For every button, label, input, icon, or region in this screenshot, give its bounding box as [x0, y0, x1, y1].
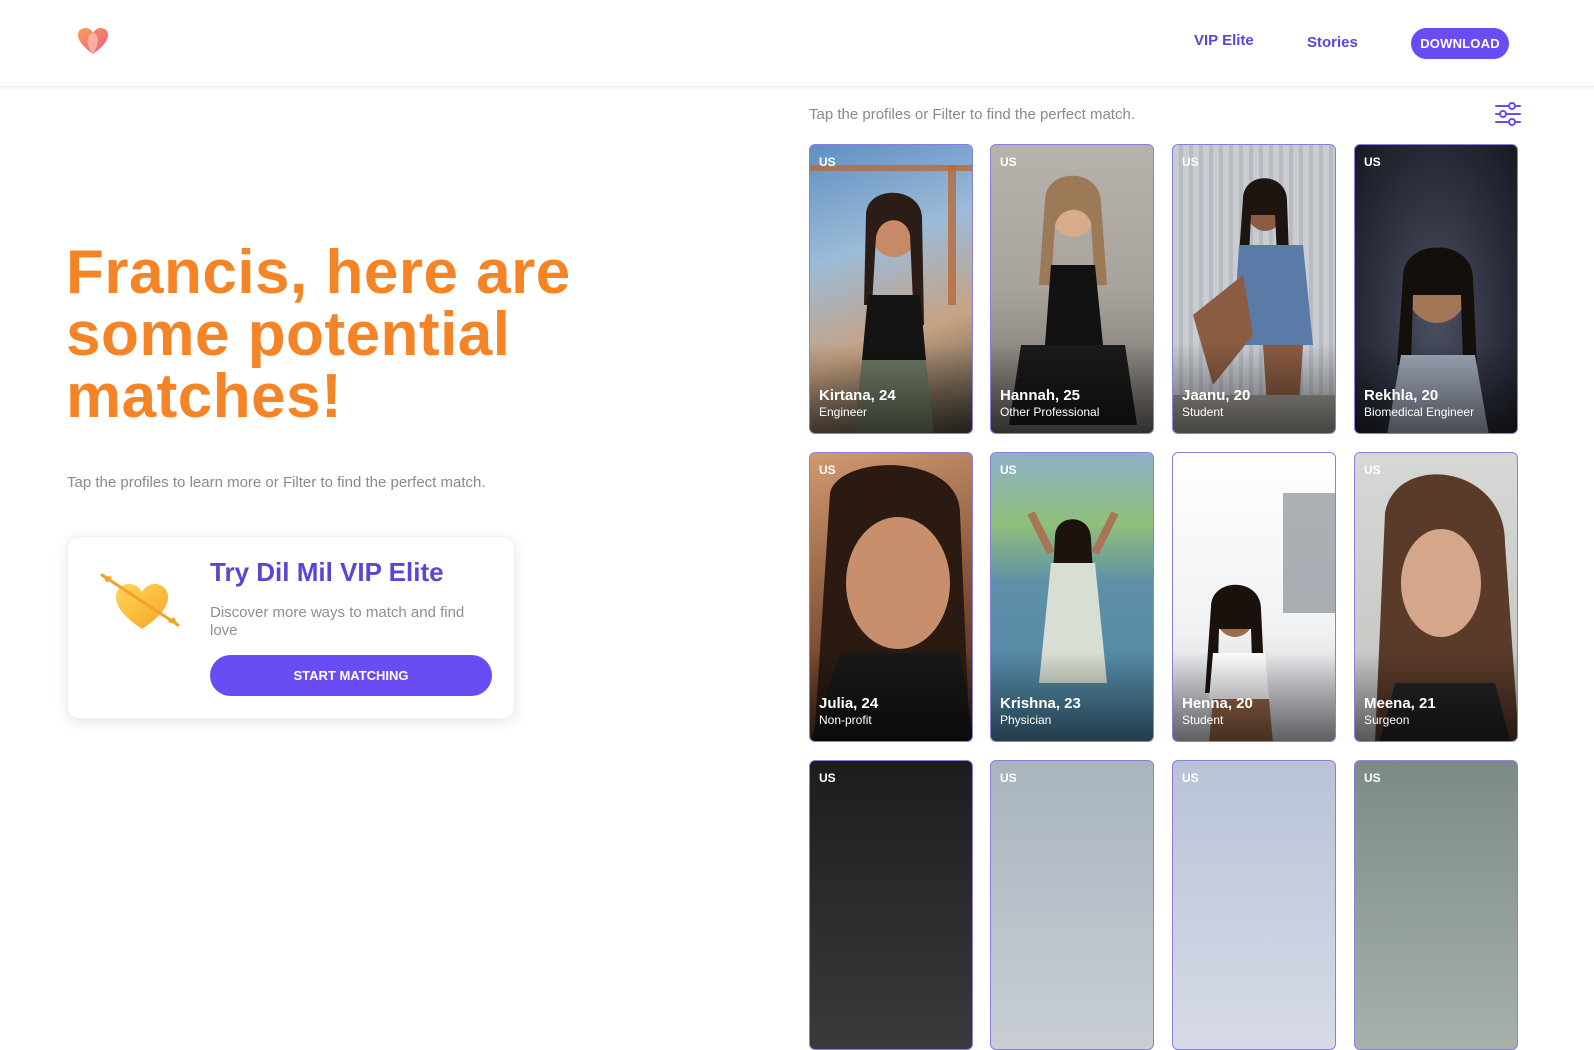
profile-name: Jaanu, 20: [1182, 387, 1251, 404]
download-button[interactable]: DOWNLOAD: [1411, 28, 1509, 59]
top-nav-bar: VIP Elite Stories DOWNLOAD: [0, 0, 1594, 87]
profile-card[interactable]: US Meena, 21 Surgeon: [1354, 452, 1518, 742]
profile-card[interactable]: US: [809, 760, 973, 1050]
profile-card[interactable]: US Rekhla, 20 Biomedical Engineer: [1354, 144, 1518, 434]
country-badge: US: [819, 463, 836, 477]
profile-name: Hannah, 25: [1000, 387, 1081, 404]
hero-subtext: Tap the profiles to learn more or Filter…: [67, 474, 486, 491]
profile-occupation: Non-profit: [819, 713, 872, 727]
profile-occupation: Biomedical Engineer: [1364, 405, 1475, 419]
filter-sliders-icon[interactable]: [1494, 101, 1522, 127]
profile-name: Julia, 24: [819, 695, 879, 712]
profile-card[interactable]: US Kirtana, 24 Engineer: [809, 144, 973, 434]
country-badge: US: [1364, 155, 1381, 169]
vip-card-description: Discover more ways to match and find lov…: [210, 604, 465, 639]
profile-occupation: Engineer: [819, 405, 868, 419]
country-badge: US: [1182, 155, 1199, 169]
profile-name: Rekhla, 20: [1364, 387, 1439, 404]
profile-occupation: Physician: [1000, 713, 1052, 727]
country-badge: US: [819, 155, 836, 169]
profile-card[interactable]: US: [1172, 760, 1336, 1050]
profile-occupation: Student: [1182, 405, 1224, 419]
profile-occupation: Other Professional: [1000, 405, 1100, 419]
profile-card[interactable]: Henna, 20 Student: [1172, 452, 1336, 742]
country-badge: US: [1364, 463, 1381, 477]
country-badge: US: [1000, 155, 1017, 169]
profile-card[interactable]: US Jaanu, 20 Student: [1172, 144, 1336, 434]
nav-vip-elite-link[interactable]: VIP Elite: [1194, 32, 1254, 49]
profile-name: Krishna, 23: [1000, 695, 1081, 712]
country-badge: US: [1000, 771, 1017, 785]
page-headline: Francis, here are some potential matches…: [66, 238, 571, 431]
profile-name: Kirtana, 24: [819, 387, 896, 404]
country-badge: US: [819, 771, 836, 785]
country-badge: US: [1364, 771, 1381, 785]
dil-mil-logo-icon[interactable]: [76, 26, 110, 56]
profile-occupation: Student: [1182, 713, 1224, 727]
profile-card[interactable]: US Hannah, 25 Other Professional: [990, 144, 1154, 434]
grid-hint-text: Tap the profiles or Filter to find the p…: [809, 106, 1135, 123]
profile-name: Meena, 21: [1364, 695, 1436, 712]
vip-promo-card: Try Dil Mil VIP Elite Discover more ways…: [67, 536, 515, 719]
profile-card[interactable]: US Julia, 24 Non-profit: [809, 452, 973, 742]
country-badge: US: [1000, 463, 1017, 477]
country-badge: US: [1182, 771, 1199, 785]
profile-name: Henna, 20: [1182, 695, 1253, 712]
profile-card[interactable]: US Krishna, 23 Physician: [990, 452, 1154, 742]
golden-heart-arrow-icon: [100, 573, 180, 629]
profile-occupation: Surgeon: [1364, 713, 1410, 727]
profile-card[interactable]: US: [990, 760, 1154, 1050]
nav-stories-link[interactable]: Stories: [1307, 34, 1358, 51]
profile-card[interactable]: US: [1354, 760, 1518, 1050]
start-matching-button[interactable]: START MATCHING: [210, 655, 492, 696]
vip-card-title: Try Dil Mil VIP Elite: [210, 557, 444, 587]
